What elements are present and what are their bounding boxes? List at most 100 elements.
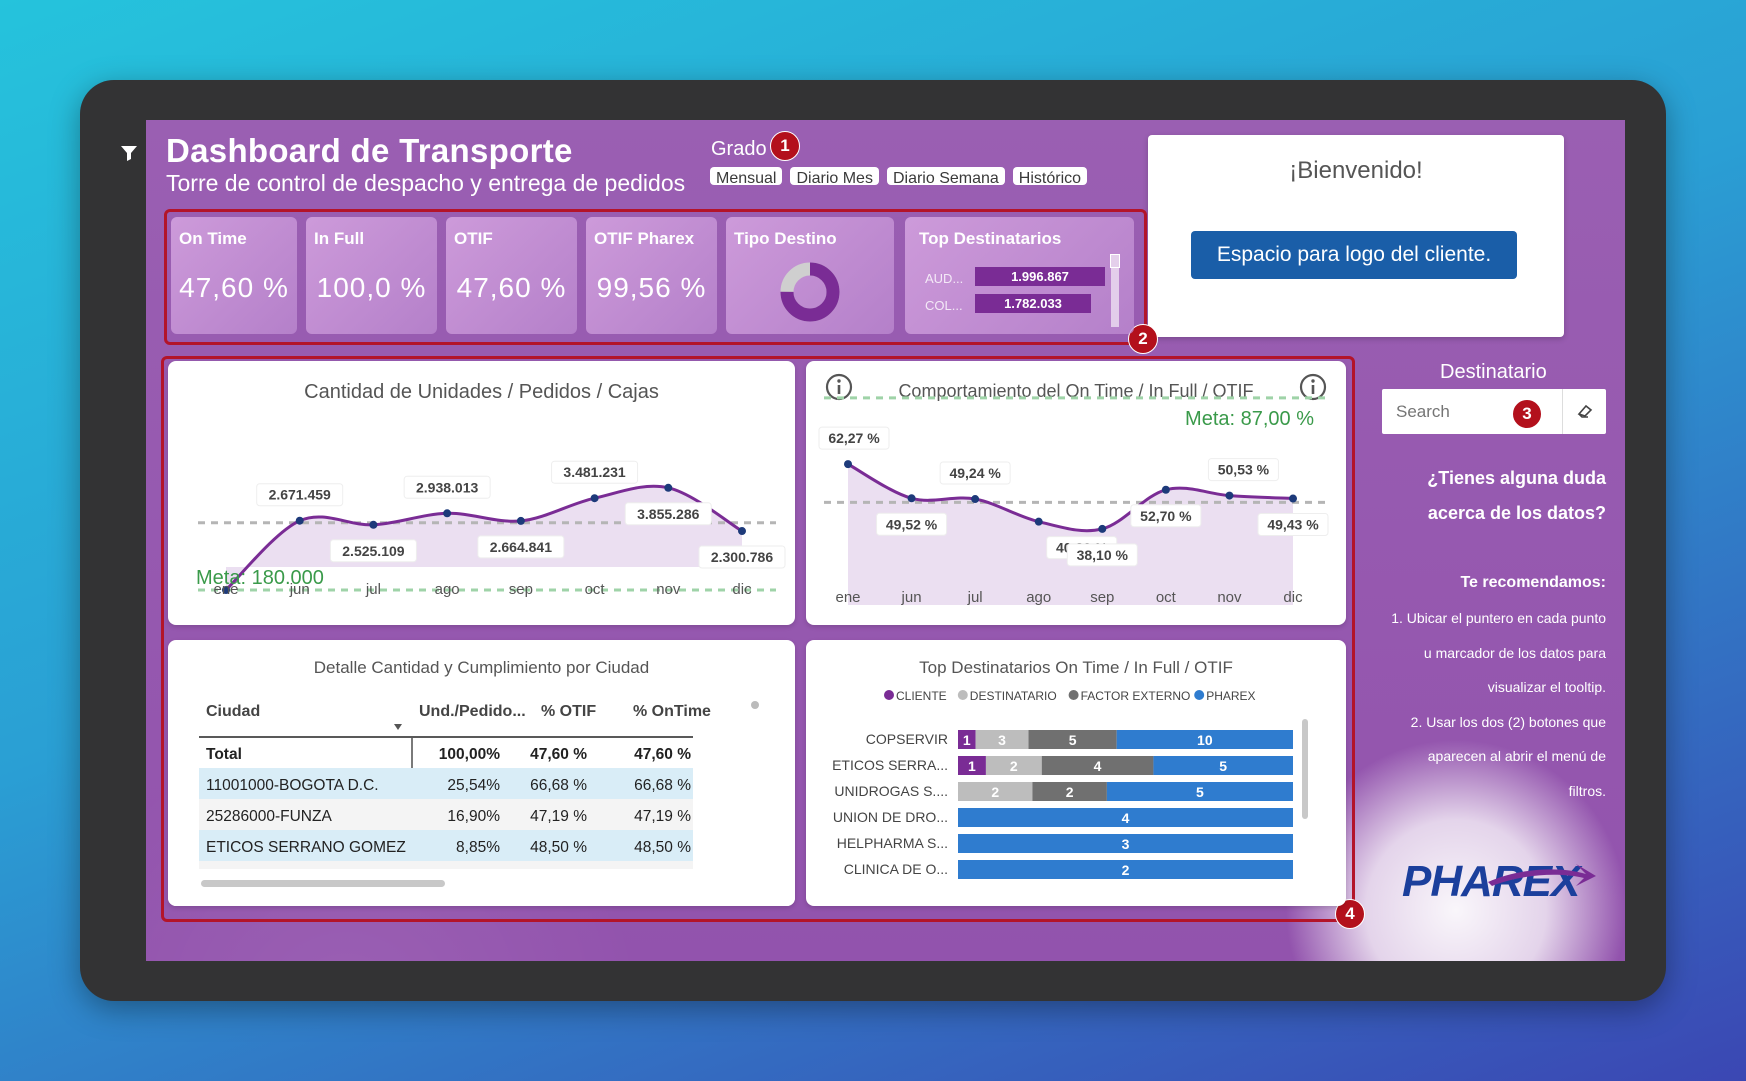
data-point[interactable] [664, 483, 673, 492]
data-point[interactable] [844, 460, 852, 469]
bar-value-label[interactable]: 3 [1122, 836, 1130, 852]
legend-label: DESTINATARIO [970, 689, 1057, 703]
kpi-card-top-destinatarios[interactable]: Top Destinatarios AUD... 1.996.867 COL..… [905, 217, 1134, 334]
kpi-card-otif[interactable]: OTIF 47,60 % [446, 217, 577, 334]
table-total-row-cell[interactable]: 47,60 % [634, 746, 691, 763]
help-tip1-a: 1. Ubicar el puntero en cada punto [1391, 610, 1606, 626]
data-label: 49,52 % [886, 516, 938, 532]
table-total-row-cell[interactable]: 47,60 % [530, 746, 587, 763]
table-row-cell[interactable]: 66,68 % [530, 777, 587, 794]
data-point[interactable] [369, 520, 378, 529]
grado-mensual-button[interactable]: Mensual [710, 167, 783, 187]
table-total-row-cell[interactable]: Total [206, 746, 242, 763]
kpi-card-otif-pharex[interactable]: OTIF Pharex 99,56 % [586, 217, 717, 334]
legend-marker [1194, 690, 1205, 700]
help-question-line1: ¿Tienes alguna duda [1427, 468, 1606, 488]
bar-value-label[interactable]: 4 [1122, 810, 1130, 826]
table-horizontal-scrollbar[interactable] [201, 880, 445, 887]
table-row-cell[interactable]: 11001000-BOGOTA D.C. [206, 777, 379, 794]
kpi-label: In Full [314, 229, 365, 248]
table-row-cell[interactable]: 48,50 % [530, 839, 587, 856]
bar-value-label[interactable]: 10 [1197, 732, 1213, 748]
kpi-value: 100,0 % [316, 272, 427, 303]
table-row-cell[interactable]: ETICOS SERRANO GOMEZ [206, 839, 406, 856]
table-header-cell: Ciudad [206, 703, 260, 720]
client-logo-placeholder[interactable]: Espacio para logo del cliente. [1191, 231, 1517, 279]
filter-icon[interactable] [120, 144, 138, 162]
kpi-label: OTIF [454, 229, 493, 248]
data-point[interactable] [738, 527, 746, 536]
units-line-chart[interactable]: Meta: 180.0002.671.4592.525.1092.938.013… [168, 361, 795, 625]
city-table[interactable]: Ciudad Und./Pedido... % OTIF % OnTime Total 1… [168, 640, 795, 906]
data-label: 3.855.286 [637, 506, 699, 522]
data-point[interactable] [443, 509, 452, 518]
grado-diario-mes-button[interactable]: Diario Mes [790, 167, 879, 187]
table-row-cell[interactable]: 47,19 % [530, 808, 587, 825]
help-tip2-a: 2. Usar los dos (2) botones que [1410, 714, 1606, 730]
grado-diario-semana-button[interactable]: Diario Semana [886, 167, 1005, 187]
grado-historico-button[interactable]: Histórico [1012, 167, 1088, 187]
category-label: ETICOS SERRA... [832, 757, 948, 773]
x-tick-label: oct [1156, 589, 1177, 606]
destinatario-search [1382, 389, 1606, 434]
x-tick-label: jul [365, 581, 381, 598]
data-point[interactable] [516, 516, 525, 525]
kpi-card-on-time[interactable]: On Time 47,60 % [171, 217, 297, 334]
bar-value-label[interactable]: 1 [968, 758, 976, 774]
category-label: HELPHARMA S... [837, 835, 948, 851]
top-dest-scroll-thumb[interactable] [1110, 254, 1120, 268]
eraser-icon[interactable] [1576, 402, 1594, 420]
kpi-card-in-full[interactable]: In Full 100,0 % [306, 217, 437, 334]
data-point[interactable] [1161, 485, 1170, 494]
data-point[interactable] [1225, 491, 1234, 500]
bar-value-label[interactable]: 2 [1122, 862, 1130, 878]
top-dest-stacked-bar-chart[interactable]: CLIENTE DESTINATARIO FACTOR EXTERNO PHAREX C… [806, 640, 1346, 906]
data-label: 2.664.841 [490, 539, 552, 555]
bar-value-label[interactable]: 3 [998, 732, 1006, 748]
table-row-cell[interactable]: 66,68 % [634, 777, 691, 794]
kpi-card-tipo-destino[interactable]: Tipo Destino [726, 217, 894, 334]
category-label: COPSERVIR [866, 731, 948, 747]
table-row-cell[interactable]: 48,50 % [634, 839, 691, 856]
table-row-cell[interactable]: 25,54% [447, 777, 500, 794]
data-point[interactable] [1098, 524, 1107, 533]
bar-value-label[interactable]: 1 [963, 732, 971, 748]
table-row-cell[interactable]: 25286000-FUNZA [206, 808, 332, 825]
bar-value-label[interactable]: 5 [1069, 732, 1077, 748]
bar-value-label[interactable]: 2 [1010, 758, 1018, 774]
help-tip1-c: visualizar el tooltip. [1487, 679, 1606, 695]
bar-value-label[interactable]: 4 [1094, 758, 1102, 774]
legend-marker [957, 690, 968, 700]
bar-value-label[interactable]: 5 [1196, 784, 1204, 800]
bar-value-label[interactable]: 2 [1066, 784, 1074, 800]
bar-value-label[interactable]: 5 [1219, 758, 1227, 774]
city-table-panel: Detalle Cantidad y Cumplimiento por Ciud… [168, 640, 795, 906]
data-label: 3.481.231 [563, 464, 625, 480]
data-label: 49,24 % [949, 465, 1001, 481]
x-tick-label: ago [1026, 589, 1051, 606]
data-label: 2.938.013 [416, 479, 478, 495]
otif-line-chart[interactable]: Meta: 87,00 %62,27 %49,52 %49,24 %40,80 … [806, 361, 1346, 625]
table-total-row-cell[interactable]: 100,00% [439, 746, 500, 763]
bar-chart-scrollbar[interactable] [1302, 719, 1308, 819]
data-point[interactable] [295, 516, 304, 525]
top-dest-bar[interactable]: 1.782.033 [975, 294, 1091, 313]
meta-label: Meta: 87,00 % [1185, 408, 1314, 430]
x-tick-label: sep [509, 581, 533, 598]
bar-value-label[interactable]: 2 [991, 784, 999, 800]
data-point[interactable] [590, 494, 599, 503]
welcome-title: ¡Bienvenido! [1289, 157, 1423, 184]
table-row-cell[interactable]: 16,90% [447, 808, 500, 825]
table-row-cell[interactable]: 8,85% [456, 839, 500, 856]
top-dest-bar[interactable]: 1.996.867 [975, 267, 1105, 286]
data-point[interactable] [971, 495, 980, 504]
x-tick-label: sep [1090, 589, 1114, 606]
table-header-cell: % OTIF [541, 703, 596, 720]
data-point[interactable] [907, 494, 916, 503]
legend-label: PHAREX [1206, 689, 1255, 703]
table-row-cell[interactable]: 47,19 % [634, 808, 691, 825]
data-point[interactable] [1289, 494, 1297, 503]
tipo-destino-donut[interactable] [779, 261, 841, 323]
help-tip1-b: u marcador de los datos para [1423, 645, 1606, 661]
data-point[interactable] [1034, 517, 1043, 526]
